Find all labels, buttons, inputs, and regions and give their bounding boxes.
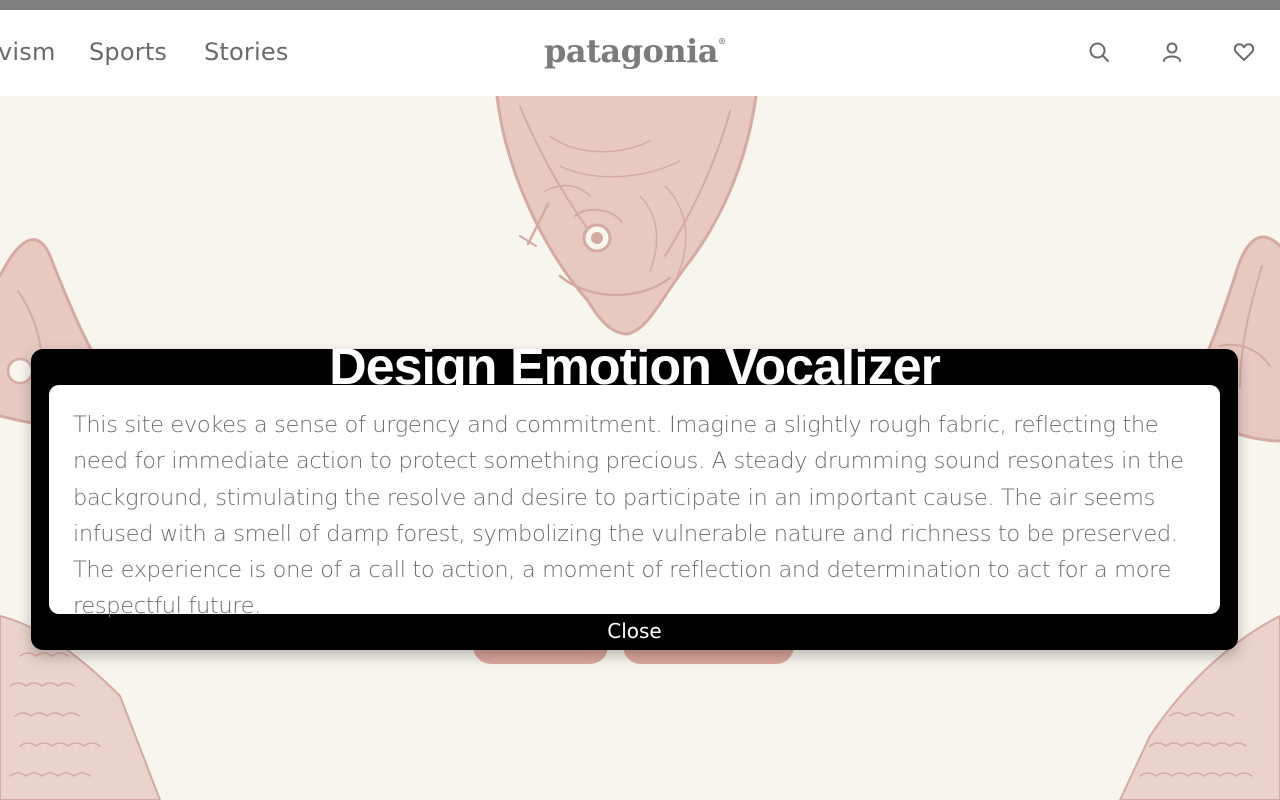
close-button[interactable]: Close: [31, 619, 1238, 643]
nav-item-stories[interactable]: Stories: [204, 38, 289, 66]
nav-item-activism[interactable]: vism: [0, 38, 56, 66]
browser-top-strip: [0, 0, 1280, 10]
emotion-vocalizer-modal: Design Emotion Vocalizer This site evoke…: [31, 349, 1238, 650]
modal-body-panel: This site evokes a sense of urgency and …: [49, 385, 1220, 619]
site-header: vism Sports Stories patagonia®: [0, 10, 1280, 96]
modal-description: This site evokes a sense of urgency and …: [73, 412, 1184, 620]
nav-item-sports[interactable]: Sports: [89, 38, 167, 66]
patagonia-logo[interactable]: patagonia®: [544, 32, 726, 70]
wishlist-heart-icon[interactable]: [1232, 40, 1256, 64]
logo-text: patagonia: [544, 32, 719, 70]
search-icon[interactable]: [1087, 40, 1111, 64]
account-icon[interactable]: [1160, 40, 1184, 64]
